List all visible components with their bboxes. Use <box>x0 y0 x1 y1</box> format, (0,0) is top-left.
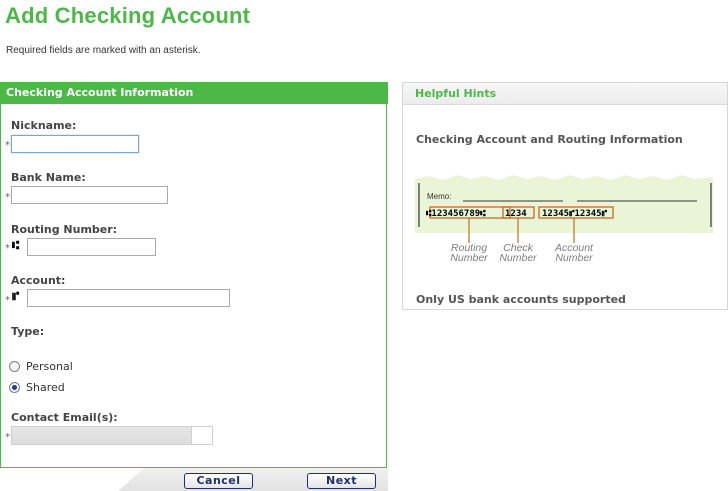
hints-panel-header: Helpful Hints <box>403 83 727 105</box>
check-routing-micr: ⑆123456789⑆ <box>426 209 486 219</box>
hints-subtitle: Checking Account and Routing Information <box>416 133 683 146</box>
required-asterisk: * <box>5 432 10 443</box>
check-account-micr: 12345⑈12345⑈ <box>542 209 608 219</box>
email-input-end-cap <box>191 427 212 444</box>
routing-number-caption: Number <box>450 252 488 264</box>
radio-checked-icon[interactable] <box>9 382 20 393</box>
account-label: Account: <box>11 274 66 287</box>
nickname-label: Nickname: <box>11 119 77 132</box>
account-number-caption: Number <box>555 252 593 264</box>
micr-transit-symbol-icon: ⑆ <box>12 238 19 252</box>
cancel-button[interactable]: Cancel <box>184 473 253 489</box>
check-number-caption: Number <box>499 252 537 264</box>
account-number-input[interactable] <box>27 289 230 307</box>
type-option-shared[interactable]: Shared <box>9 381 65 394</box>
required-asterisk: * <box>5 192 10 203</box>
type-label: Type: <box>11 325 45 338</box>
required-fields-note: Required fields are marked with an aster… <box>6 45 201 56</box>
contact-emails-label: Contact Email(s): <box>11 411 118 424</box>
required-asterisk: * <box>5 295 10 306</box>
type-option-label: Personal <box>26 360 73 373</box>
bank-name-input[interactable] <box>11 186 168 204</box>
bank-name-label: Bank Name: <box>11 171 86 184</box>
type-option-label: Shared <box>26 381 65 394</box>
check-number-micr: 1234 <box>505 209 527 219</box>
helpful-hints-panel: Helpful Hints Checking Account and Routi… <box>402 82 728 310</box>
type-option-personal[interactable]: Personal <box>9 360 73 373</box>
next-button[interactable]: Next <box>307 473 376 489</box>
check-memo-label: Memo: <box>427 192 451 201</box>
form-panel-header: Checking Account Information <box>1 82 388 104</box>
radio-unchecked-icon[interactable] <box>9 361 20 372</box>
required-asterisk: * <box>5 243 10 254</box>
nickname-input[interactable] <box>11 135 139 153</box>
routing-number-input[interactable] <box>27 238 156 256</box>
hints-footer-note: Only US bank accounts supported <box>416 293 626 306</box>
required-asterisk: * <box>5 140 10 151</box>
check-diagram-image: Memo: ⑆123456789⑆ 1234 12345⑈12345⑈ Rout… <box>415 175 713 264</box>
routing-number-label: Routing Number: <box>11 223 118 236</box>
micr-on-us-symbol-icon: ⑈ <box>12 289 19 303</box>
check-paper <box>415 175 713 233</box>
contact-emails-input[interactable] <box>11 426 213 445</box>
page-title: Add Checking Account <box>5 3 251 28</box>
